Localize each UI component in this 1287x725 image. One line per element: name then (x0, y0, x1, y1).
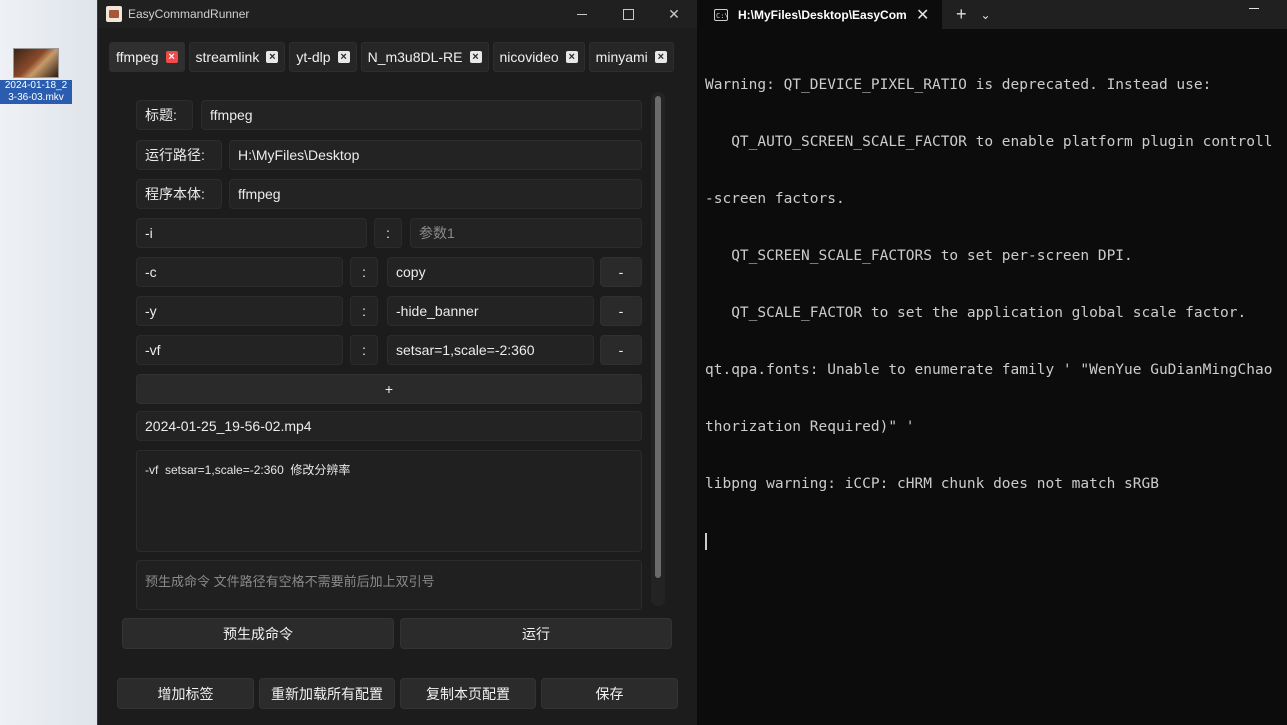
add-param-button[interactable]: + (136, 374, 642, 404)
close-button[interactable]: ✕ (651, 0, 697, 28)
program-input[interactable]: ffmpeg (229, 179, 642, 209)
desktop-background: 2024-01-18_2 3-36-03.mkv (0, 0, 97, 725)
text-cursor (705, 532, 707, 550)
tab-label: streamlink (195, 49, 260, 65)
tab-streamlink[interactable]: streamlink × (188, 42, 286, 72)
terminal-line: QT_AUTO_SCREEN_SCALE_FACTOR to enable pl… (705, 134, 1273, 150)
easycommandrunner-window: EasyCommandRunner ✕ ffmpeg × streamlink … (97, 0, 697, 725)
run-button[interactable]: 运行 (400, 618, 672, 649)
terminal-cursor-line (705, 532, 1287, 551)
remove-param-button[interactable]: - (600, 257, 642, 287)
terminal-line: -screen factors. (705, 191, 845, 207)
tab-bar: ffmpeg × streamlink × yt-dlp × N_m3u8DL-… (109, 42, 679, 72)
param-value-input[interactable]: -hide_banner (387, 296, 594, 326)
scrollbar-thumb[interactable] (655, 96, 661, 578)
param-separator: : (350, 257, 378, 287)
terminal-icon: C:\ (714, 8, 729, 21)
tab-close-icon[interactable]: × (469, 51, 482, 63)
tab-close-icon[interactable]: × (654, 51, 667, 63)
tab-label: yt-dlp (296, 49, 331, 65)
terminal-line: qt.qpa.fonts: Unable to enumerate family… (705, 362, 1273, 378)
remove-param-button[interactable]: - (600, 296, 642, 326)
close-icon[interactable]: ✕ (916, 5, 929, 25)
title-bar: EasyCommandRunner ✕ (98, 0, 697, 28)
param-key-input[interactable]: -c (136, 257, 343, 287)
param-separator: : (374, 218, 402, 248)
minimize-icon (577, 13, 587, 15)
title-input[interactable]: ffmpeg (201, 100, 642, 130)
param-separator: : (350, 335, 378, 365)
terminal-tab[interactable]: C:\ H:\MyFiles\Desktop\EasyCom ✕ (697, 0, 942, 29)
terminal-tab-bar: C:\ H:\MyFiles\Desktop\EasyCom ✕ + ⌄ (697, 0, 1287, 29)
terminal-window: C:\ H:\MyFiles\Desktop\EasyCom ✕ + ⌄ War… (697, 0, 1287, 725)
window-title: EasyCommandRunner (128, 7, 250, 21)
chevron-down-icon[interactable]: ⌄ (981, 8, 991, 22)
tab-label: minyami (595, 49, 648, 65)
param-key-input[interactable]: -i (136, 218, 367, 248)
param-value-input[interactable]: setsar=1,scale=-2:360 (387, 335, 594, 365)
minimize-icon[interactable] (1249, 8, 1259, 9)
tab-nicovideo[interactable]: nicovideo × (492, 42, 585, 72)
tab-yt-dlp[interactable]: yt-dlp × (289, 42, 357, 72)
tab-label: nicovideo (499, 49, 559, 65)
tab-close-icon[interactable]: × (165, 51, 178, 63)
tab-close-icon[interactable]: × (565, 51, 578, 63)
param-separator: : (350, 296, 378, 326)
command-preview-textarea[interactable]: 预生成命令 文件路径有空格不需要前后加上双引号 (136, 560, 642, 610)
reload-configs-button[interactable]: 重新加载所有配置 (259, 678, 395, 709)
copy-page-config-button[interactable]: 复制本页配置 (400, 678, 536, 709)
terminal-line: thorization Required)" ' (705, 419, 915, 435)
title-label: 标题: (136, 100, 193, 130)
terminal-line: QT_SCALE_FACTOR to set the application g… (705, 305, 1247, 321)
form-scrollbar[interactable] (651, 92, 665, 606)
terminal-line: QT_SCREEN_SCALE_FACTORS to set per-scree… (705, 248, 1133, 264)
tab-close-icon[interactable]: × (337, 51, 350, 63)
path-input[interactable]: H:\MyFiles\Desktop (229, 140, 642, 170)
desktop-video-file[interactable]: 2024-01-18_2 3-36-03.mkv (0, 48, 72, 104)
minimize-button[interactable] (559, 0, 605, 28)
tab-n-m3u8dl-re[interactable]: N_m3u8DL-RE × (360, 42, 489, 72)
maximize-button[interactable] (605, 0, 651, 28)
terminal-line: libpng warning: iCCP: cHRM chunk does no… (705, 476, 1159, 492)
desktop-file-label: 2024-01-18_2 3-36-03.mkv (0, 80, 72, 104)
new-tab-icon[interactable]: + (956, 4, 967, 25)
param-value-input[interactable]: copy (387, 257, 594, 287)
save-button[interactable]: 保存 (541, 678, 678, 709)
remove-param-button[interactable]: - (600, 335, 642, 365)
tab-close-icon[interactable]: × (266, 51, 279, 63)
maximize-icon (622, 8, 634, 20)
terminal-tab-title: H:\MyFiles\Desktop\EasyCom (738, 7, 907, 22)
param-key-input[interactable]: -y (136, 296, 343, 326)
close-icon: ✕ (668, 5, 680, 22)
param-value-input[interactable]: 参数1 (410, 218, 642, 248)
param-key-input[interactable]: -vf (136, 335, 343, 365)
terminal-output[interactable]: Warning: QT_DEVICE_PIXEL_RATIO is deprec… (705, 38, 1287, 589)
tab-minyami[interactable]: minyami × (588, 42, 674, 72)
program-label: 程序本体: (136, 179, 222, 209)
pregenerate-button[interactable]: 预生成命令 (122, 618, 394, 649)
path-label: 运行路径: (136, 140, 222, 170)
tab-label: N_m3u8DL-RE (367, 49, 463, 65)
notes-textarea[interactable]: -vf setsar=1,scale=-2:360 修改分辨率 (136, 450, 642, 552)
app-icon (106, 6, 122, 22)
tab-ffmpeg[interactable]: ffmpeg × (109, 42, 185, 72)
output-file-input[interactable]: 2024-01-25_19-56-02.mp4 (136, 411, 642, 441)
terminal-line: Warning: QT_DEVICE_PIXEL_RATIO is deprec… (705, 77, 1212, 93)
tab-label: ffmpeg (116, 49, 159, 65)
video-thumbnail (13, 48, 59, 78)
add-tab-button[interactable]: 增加标签 (117, 678, 254, 709)
